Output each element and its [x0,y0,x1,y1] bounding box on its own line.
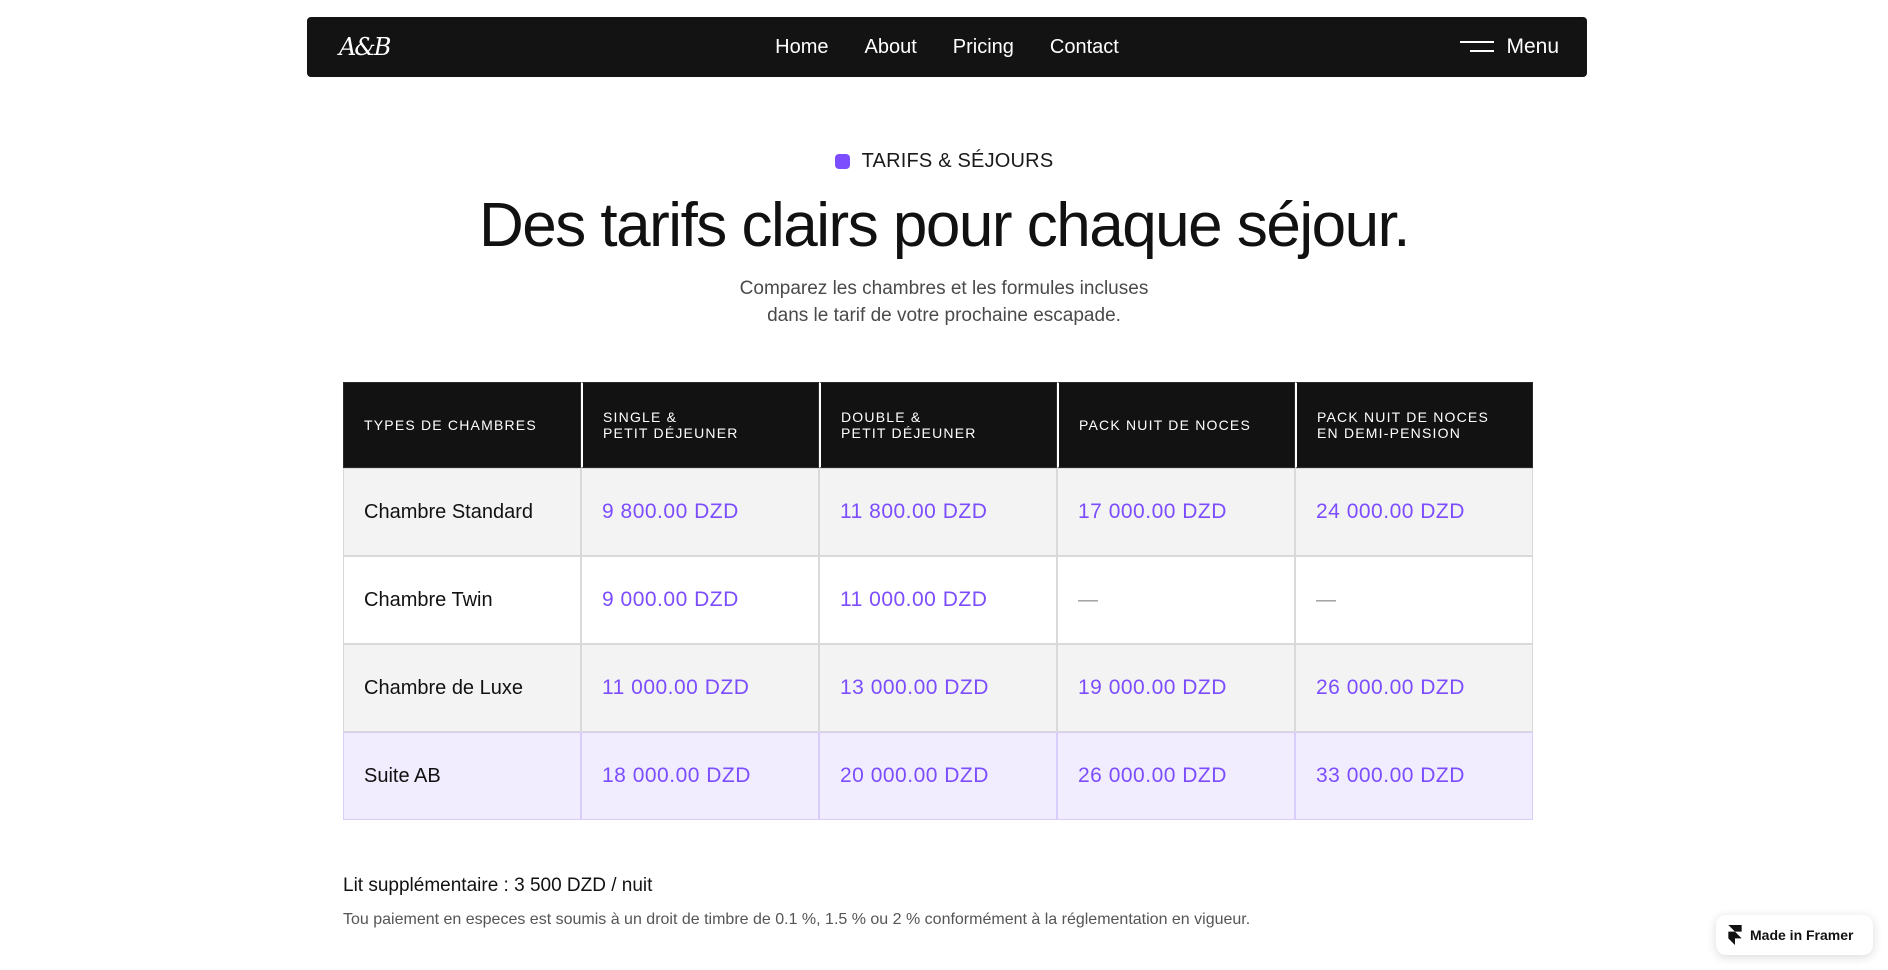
price-cell: 24 000.00 DZD [1295,468,1533,556]
price-value: 13 000.00 DZD [840,676,989,699]
price-value: 17 000.00 DZD [1078,500,1227,523]
column-header-line: PETIT DÉJEUNER [841,425,977,441]
column-header-wedding-half-board: PACK NUIT DE NOCES EN DEMI-PENSION [1295,382,1533,468]
room-name: Chambre Standard [364,500,533,523]
nav-link-home[interactable]: Home [775,36,828,59]
nav-link-contact[interactable]: Contact [1050,36,1119,59]
price-cell: 11 000.00 DZD [581,644,819,732]
price-cell: 18 000.00 DZD [581,732,819,820]
column-header-single: SINGLE & PETIT DÉJEUNER [581,382,819,468]
page-title: Des tarifs clairs pour chaque séjour. [478,191,1411,260]
price-cell: 9 000.00 DZD [581,556,819,644]
column-header-line: PACK NUIT DE NOCES [1079,417,1251,433]
room-name-cell: Chambre de Luxe [343,644,581,732]
price-cell: 17 000.00 DZD [1057,468,1295,556]
price-cell: — [1057,556,1295,644]
price-value: 19 000.00 DZD [1078,676,1227,699]
extra-bed-note: Lit supplémentaire : 3 500 DZD / nuit [343,875,653,896]
room-name: Chambre de Luxe [364,676,523,699]
room-name: Chambre Twin [364,588,493,611]
price-value: 9 800.00 DZD [602,500,739,523]
column-header-line: EN DEMI-PENSION [1317,425,1462,441]
room-name-cell: Suite AB [343,732,581,820]
subtitle-line-2: dans le tarif de votre prochaine escapad… [767,305,1121,326]
column-header-line: PETIT DÉJEUNER [603,425,739,441]
nav-link-about[interactable]: About [865,36,917,59]
logo[interactable]: A&B [339,33,391,61]
room-name-cell: Chambre Standard [343,468,581,556]
table-row: Chambre de Luxe 11 000.00 DZD 13 000.00 … [343,644,1533,732]
price-value: 9 000.00 DZD [602,588,739,611]
price-value: 24 000.00 DZD [1316,500,1465,523]
price-cell: 26 000.00 DZD [1295,644,1533,732]
page-subtitle: Comparez les chambres et les formules in… [0,275,1888,329]
price-value: 20 000.00 DZD [840,764,989,787]
menu-button[interactable]: Menu [1460,35,1559,59]
price-value: 18 000.00 DZD [602,764,751,787]
table-row: Chambre Twin 9 000.00 DZD 11 000.00 DZD … [343,556,1533,644]
table-row-highlighted: Suite AB 18 000.00 DZD 20 000.00 DZD 26 … [343,732,1533,820]
price-value: 11 000.00 DZD [840,588,988,611]
price-value: 26 000.00 DZD [1316,676,1465,699]
dot-icon [834,154,850,169]
unavailable-dash: — [1078,588,1098,611]
table-header-row: TYPES DE CHAMBRES SINGLE & PETIT DÉJEUNE… [343,382,1533,468]
table-row: Chambre Standard 9 800.00 DZD 11 800.00 … [343,468,1533,556]
column-header-line: TYPES DE CHAMBRES [364,417,537,433]
price-value: 33 000.00 DZD [1316,764,1465,787]
price-cell: 33 000.00 DZD [1295,732,1533,820]
subtitle-line-1: Comparez les chambres et les formules in… [739,278,1149,299]
section-eyebrow: TARIFS & SÉJOURS [0,150,1888,173]
eyebrow-label: TARIFS & SÉJOURS [861,150,1054,172]
price-cell: 13 000.00 DZD [819,644,1057,732]
hamburger-icon [1460,40,1495,54]
column-header-line: SINGLE & [603,409,678,425]
nav-links: Home About Pricing Contact [775,36,1119,59]
pricing-table: TYPES DE CHAMBRES SINGLE & PETIT DÉJEUNE… [343,382,1533,820]
menu-label: Menu [1506,35,1559,58]
price-value: 26 000.00 DZD [1078,764,1227,787]
price-cell: 20 000.00 DZD [819,732,1057,820]
column-header-line: DOUBLE & [841,409,922,425]
price-value: 11 000.00 DZD [602,676,750,699]
price-cell: 26 000.00 DZD [1057,732,1295,820]
column-header-double: DOUBLE & PETIT DÉJEUNER [819,382,1057,468]
unavailable-dash: — [1316,588,1336,611]
nav-link-pricing[interactable]: Pricing [953,36,1014,59]
room-name-cell: Chambre Twin [343,556,581,644]
top-navbar: A&B Home About Pricing Contact Menu [307,17,1587,77]
badge-label: Made in Framer [1750,927,1854,943]
price-cell: 11 800.00 DZD [819,468,1057,556]
room-name: Suite AB [364,764,441,787]
price-value: 11 800.00 DZD [840,500,988,523]
price-cell: 9 800.00 DZD [581,468,819,556]
price-cell: 11 000.00 DZD [819,556,1057,644]
tax-note: Tou paiement en especes est soumis à un … [343,911,1251,928]
column-header-line: PACK NUIT DE NOCES [1317,409,1489,425]
made-in-framer-badge[interactable]: Made in Framer [1716,915,1873,955]
column-header-room-type: TYPES DE CHAMBRES [343,382,581,468]
framer-icon [1728,925,1742,945]
price-cell: 19 000.00 DZD [1057,644,1295,732]
column-header-wedding-pack: PACK NUIT DE NOCES [1057,382,1295,468]
price-cell: — [1295,556,1533,644]
